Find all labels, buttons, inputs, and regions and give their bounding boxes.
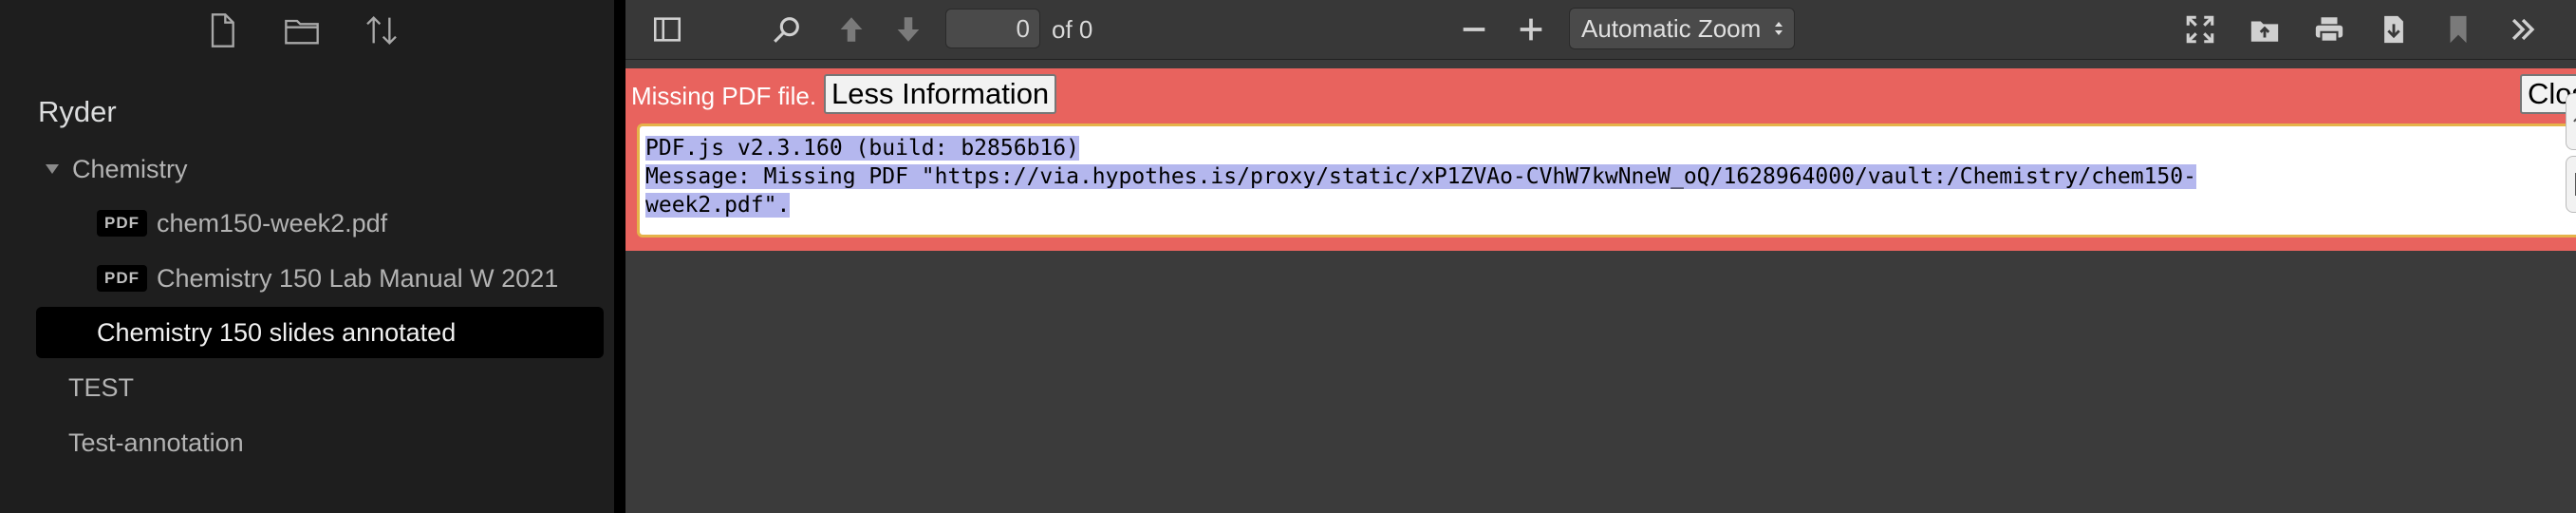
zoom-in-button[interactable]	[1510, 9, 1552, 50]
annotation-toggle-tab[interactable]	[2566, 93, 2576, 150]
vault-name: Ryder	[38, 95, 117, 128]
sidebar-divider[interactable]	[614, 0, 625, 513]
pdf-toolbar: of 0 Automatic Zoom	[625, 0, 2576, 60]
new-folder-icon	[285, 19, 319, 45]
error-line-version: PDF.js v2.3.160 (build: b2856b16)	[645, 136, 1079, 161]
next-page-button[interactable]	[887, 9, 929, 50]
arrow-up-icon	[840, 17, 863, 42]
error-banner: Missing PDF file. Less Information Close…	[625, 68, 2576, 251]
plus-icon	[1520, 18, 1542, 41]
download-button[interactable]	[2373, 9, 2415, 50]
eye-icon	[2573, 118, 2576, 123]
bookmark-icon	[2450, 15, 2467, 44]
less-information-button[interactable]: Less Information	[824, 74, 1057, 114]
print-icon	[2315, 17, 2343, 43]
presentation-mode-button[interactable]	[2179, 9, 2221, 50]
tools-button[interactable]	[2502, 9, 2544, 50]
folder-chemistry[interactable]: Chemistry	[36, 143, 604, 195]
double-chevron-right-icon	[2511, 18, 2535, 41]
find-button[interactable]	[766, 9, 808, 50]
sort-button[interactable]	[359, 8, 404, 53]
page-number-input[interactable]	[945, 9, 1040, 48]
new-note-button[interactable]	[199, 8, 245, 53]
notes-icon	[2575, 173, 2576, 196]
search-icon	[774, 17, 799, 43]
folder-label: Test-annotation	[68, 428, 244, 457]
file-label: chem150-week2.pdf	[157, 208, 388, 238]
error-details-textarea[interactable]: PDF.js v2.3.160 (build: b2856b16) Messag…	[637, 124, 2576, 238]
download-icon	[2384, 15, 2403, 44]
file-chem150-week2[interactable]: PDF chem150-week2.pdf	[36, 198, 604, 249]
select-caret-icon	[1775, 22, 1783, 35]
folder-label: Chemistry	[72, 154, 188, 183]
new-folder-button[interactable]	[279, 8, 325, 53]
open-folder-icon	[2250, 21, 2279, 42]
page-count: of 0	[1052, 15, 1093, 44]
zoom-select[interactable]: Automatic Zoom	[1569, 8, 1795, 49]
error-line-message: Message: Missing PDF "https://via.hypoth…	[645, 164, 2196, 189]
error-message: Missing PDF file.	[631, 82, 817, 110]
pdf-viewer: of 0 Automatic Zoom	[625, 0, 2576, 513]
open-file-button[interactable]	[2244, 9, 2286, 50]
fullscreen-icon	[2186, 15, 2214, 44]
error-line-url-end: week2.pdf".	[645, 193, 791, 218]
sidebar-toggle-icon	[653, 17, 681, 42]
bookmark-button[interactable]	[2437, 9, 2479, 50]
zoom-value: Automatic Zoom	[1581, 13, 1762, 43]
minus-icon	[1463, 28, 1485, 31]
folder-test-annotation[interactable]: Test-annotation	[36, 417, 604, 468]
toggle-sidebar-button[interactable]	[646, 9, 688, 50]
print-button[interactable]	[2308, 9, 2350, 50]
folder-label: TEST	[68, 372, 135, 402]
previous-page-button[interactable]	[831, 9, 872, 50]
new-note-icon	[211, 13, 234, 48]
pdf-badge: PDF	[97, 265, 147, 292]
pdf-badge: PDF	[97, 210, 147, 237]
page-notes-tab[interactable]	[2566, 156, 2576, 213]
zoom-out-button[interactable]	[1453, 9, 1495, 50]
file-label: Chemistry 150 slides annotated	[97, 317, 457, 347]
file-label: Chemistry 150 Lab Manual W 2021	[157, 263, 559, 293]
file-lab-manual[interactable]: PDF Chemistry 150 Lab Manual W 2021	[36, 253, 604, 304]
chevron-down-icon	[36, 163, 68, 175]
sort-icon	[366, 16, 397, 45]
file-explorer-sidebar: Ryder Chemistry PDF chem150-week2.pdf PD…	[0, 0, 614, 513]
folder-test[interactable]: TEST	[36, 362, 604, 413]
file-slides-annotated[interactable]: Chemistry 150 slides annotated	[36, 307, 604, 358]
sidebar-toolbar	[199, 6, 404, 55]
arrow-down-icon	[897, 17, 920, 42]
